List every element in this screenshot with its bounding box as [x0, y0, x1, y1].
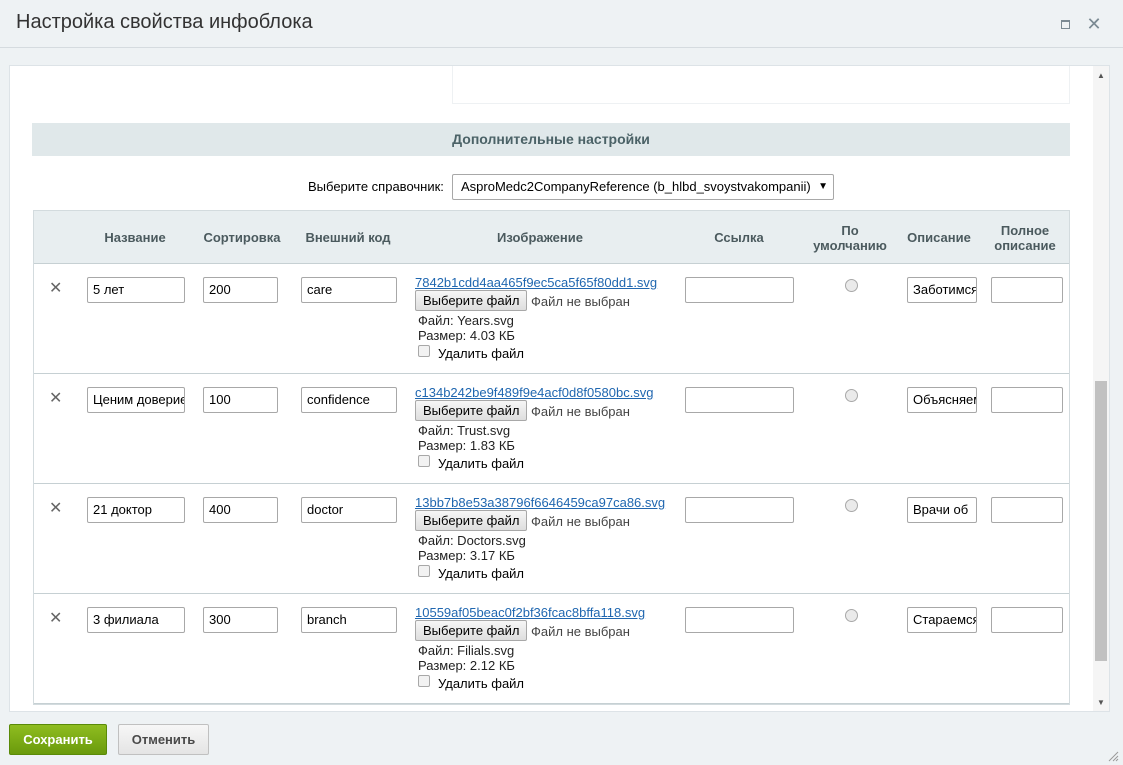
default-radio[interactable] — [845, 279, 858, 292]
previous-field-area — [452, 66, 1070, 104]
link-input[interactable] — [685, 387, 794, 413]
header-full-line1: Полное — [1000, 222, 1050, 238]
cancel-button[interactable]: Отменить — [118, 724, 209, 755]
maximize-button[interactable] — [1056, 14, 1076, 34]
header-link: Ссылка — [714, 230, 764, 245]
delete-file-label: Удалить файл — [438, 566, 525, 581]
delete-file-label: Удалить файл — [438, 676, 525, 691]
description-input[interactable]: Стараемся — [907, 607, 977, 633]
reference-select-label: Выберите справочник: — [308, 179, 444, 194]
delete-file-checkbox[interactable] — [418, 565, 430, 577]
delete-row-icon[interactable]: ✕ — [49, 388, 62, 408]
choose-file-button[interactable]: Выберите файл — [415, 510, 528, 531]
full-description-input[interactable] — [991, 277, 1063, 303]
name-input[interactable]: Ценим доверие — [87, 387, 185, 413]
choose-file-button[interactable]: Выберите файл — [415, 290, 528, 311]
table-header: Название Сортировка Внешний код Изображе… — [34, 211, 1069, 264]
no-file-label: Файл не выбран — [531, 404, 630, 419]
maximize-icon — [1061, 20, 1070, 29]
dialog-content: Дополнительные настройки Выберите справо… — [9, 65, 1110, 712]
header-description: Описание — [907, 230, 971, 245]
file-size: Размер: 1.83 КБ — [418, 438, 515, 453]
reference-select[interactable]: AsproMedc2CompanyReference (b_hlbd_svoys… — [452, 174, 834, 200]
xml-id-input[interactable]: care — [301, 277, 397, 303]
file-link[interactable]: 7842b1cdd4aa465f9ec5ca5f65f80dd1.svg — [415, 275, 657, 290]
delete-row-icon[interactable]: ✕ — [49, 498, 62, 518]
default-radio[interactable] — [845, 609, 858, 622]
file-size: Размер: 4.03 КБ — [418, 328, 515, 343]
delete-row-icon[interactable]: ✕ — [49, 608, 62, 628]
name-input[interactable]: 3 филиала — [87, 607, 185, 633]
choose-file-button[interactable]: Выберите файл — [415, 620, 528, 641]
values-table: Название Сортировка Внешний код Изображе… — [33, 210, 1070, 705]
sort-input[interactable]: 200 — [203, 277, 278, 303]
file-size: Размер: 3.17 КБ — [418, 548, 515, 563]
delete-file-checkbox[interactable] — [418, 345, 430, 357]
file-name: Файл: Filials.svg — [418, 643, 515, 658]
delete-file-checkbox[interactable] — [418, 675, 430, 687]
no-file-label: Файл не выбран — [531, 514, 630, 529]
name-input[interactable]: 21 доктор — [87, 497, 185, 523]
delete-file-checkbox[interactable] — [418, 455, 430, 467]
close-icon: ✕ — [1086, 14, 1102, 34]
default-radio[interactable] — [845, 389, 858, 402]
section-header: Дополнительные настройки — [32, 123, 1070, 156]
header-sort: Сортировка — [203, 230, 281, 245]
sort-input[interactable]: 100 — [203, 387, 278, 413]
file-name: Файл: Years.svg — [418, 313, 514, 328]
header-image: Изображение — [497, 230, 583, 245]
table-row: ✕ 3 филиала 300 branch 10559af05beac0f2b… — [34, 594, 1069, 704]
file-link[interactable]: c134b242be9f489f9e4acf0d8f0580bc.svg — [415, 385, 654, 400]
scroll-up-icon[interactable]: ▲ — [1097, 71, 1105, 80]
xml-id-input[interactable]: doctor — [301, 497, 397, 523]
close-button[interactable]: ✕ — [1084, 14, 1104, 34]
full-description-input[interactable] — [991, 607, 1063, 633]
no-file-label: Файл не выбран — [531, 294, 630, 309]
default-radio[interactable] — [845, 499, 858, 512]
scrollbar-thumb[interactable] — [1095, 381, 1107, 661]
table-row: ✕ 21 доктор 400 doctor 13bb7b8e53a38796f… — [34, 484, 1069, 594]
table-row: ✕ Ценим доверие 100 confidence c134b242b… — [34, 374, 1069, 484]
xml-id-input[interactable]: branch — [301, 607, 397, 633]
name-input[interactable]: 5 лет — [87, 277, 185, 303]
file-name: Файл: Trust.svg — [418, 423, 511, 438]
xml-id-input[interactable]: confidence — [301, 387, 397, 413]
chevron-down-icon: ▼ — [818, 181, 828, 192]
reference-select-value: AsproMedc2CompanyReference (b_hlbd_svoys… — [461, 179, 811, 194]
no-file-label: Файл не выбран — [531, 624, 630, 639]
header-default: По умолчанию — [808, 211, 892, 264]
file-name: Файл: Doctors.svg — [418, 533, 526, 548]
scroll-down-icon[interactable]: ▼ — [1097, 698, 1105, 707]
description-input[interactable]: Объясняем — [907, 387, 977, 413]
file-link[interactable]: 10559af05beac0f2bf36fcac8bffa118.svg — [415, 605, 645, 620]
header-default-line1: По — [841, 222, 859, 238]
resize-grip-icon[interactable] — [1107, 750, 1119, 762]
full-description-input[interactable] — [991, 387, 1063, 413]
save-button[interactable]: Сохранить — [9, 724, 107, 755]
file-link[interactable]: 13bb7b8e53a38796f6646459ca97ca86.svg — [415, 495, 665, 510]
link-input[interactable] — [685, 607, 794, 633]
dialog-titlebar: Настройка свойства инфоблока ✕ — [0, 0, 1123, 48]
vertical-scrollbar[interactable]: ▲ ▼ — [1093, 66, 1109, 711]
table-row: ✕ 5 лет 200 care 7842b1cdd4aa465f9ec5ca5… — [34, 264, 1069, 374]
sort-input[interactable]: 400 — [203, 497, 278, 523]
delete-file-label: Удалить файл — [438, 346, 525, 361]
header-name: Название — [104, 230, 166, 245]
sort-input[interactable]: 300 — [203, 607, 278, 633]
description-input[interactable]: Заботимся — [907, 277, 977, 303]
dialog-title: Настройка свойства инфоблока — [16, 11, 313, 33]
link-input[interactable] — [685, 277, 794, 303]
header-xml-id: Внешний код — [305, 230, 391, 245]
description-input[interactable]: Врачи об — [907, 497, 977, 523]
link-input[interactable] — [685, 497, 794, 523]
file-size: Размер: 2.12 КБ — [418, 658, 515, 673]
full-description-input[interactable] — [991, 497, 1063, 523]
delete-file-label: Удалить файл — [438, 456, 525, 471]
header-default-line2: умолчанию — [813, 237, 887, 253]
header-full-line2: описание — [994, 237, 1056, 253]
delete-row-icon[interactable]: ✕ — [49, 278, 62, 298]
header-full-description: Полное описание — [989, 211, 1061, 264]
choose-file-button[interactable]: Выберите файл — [415, 400, 528, 421]
